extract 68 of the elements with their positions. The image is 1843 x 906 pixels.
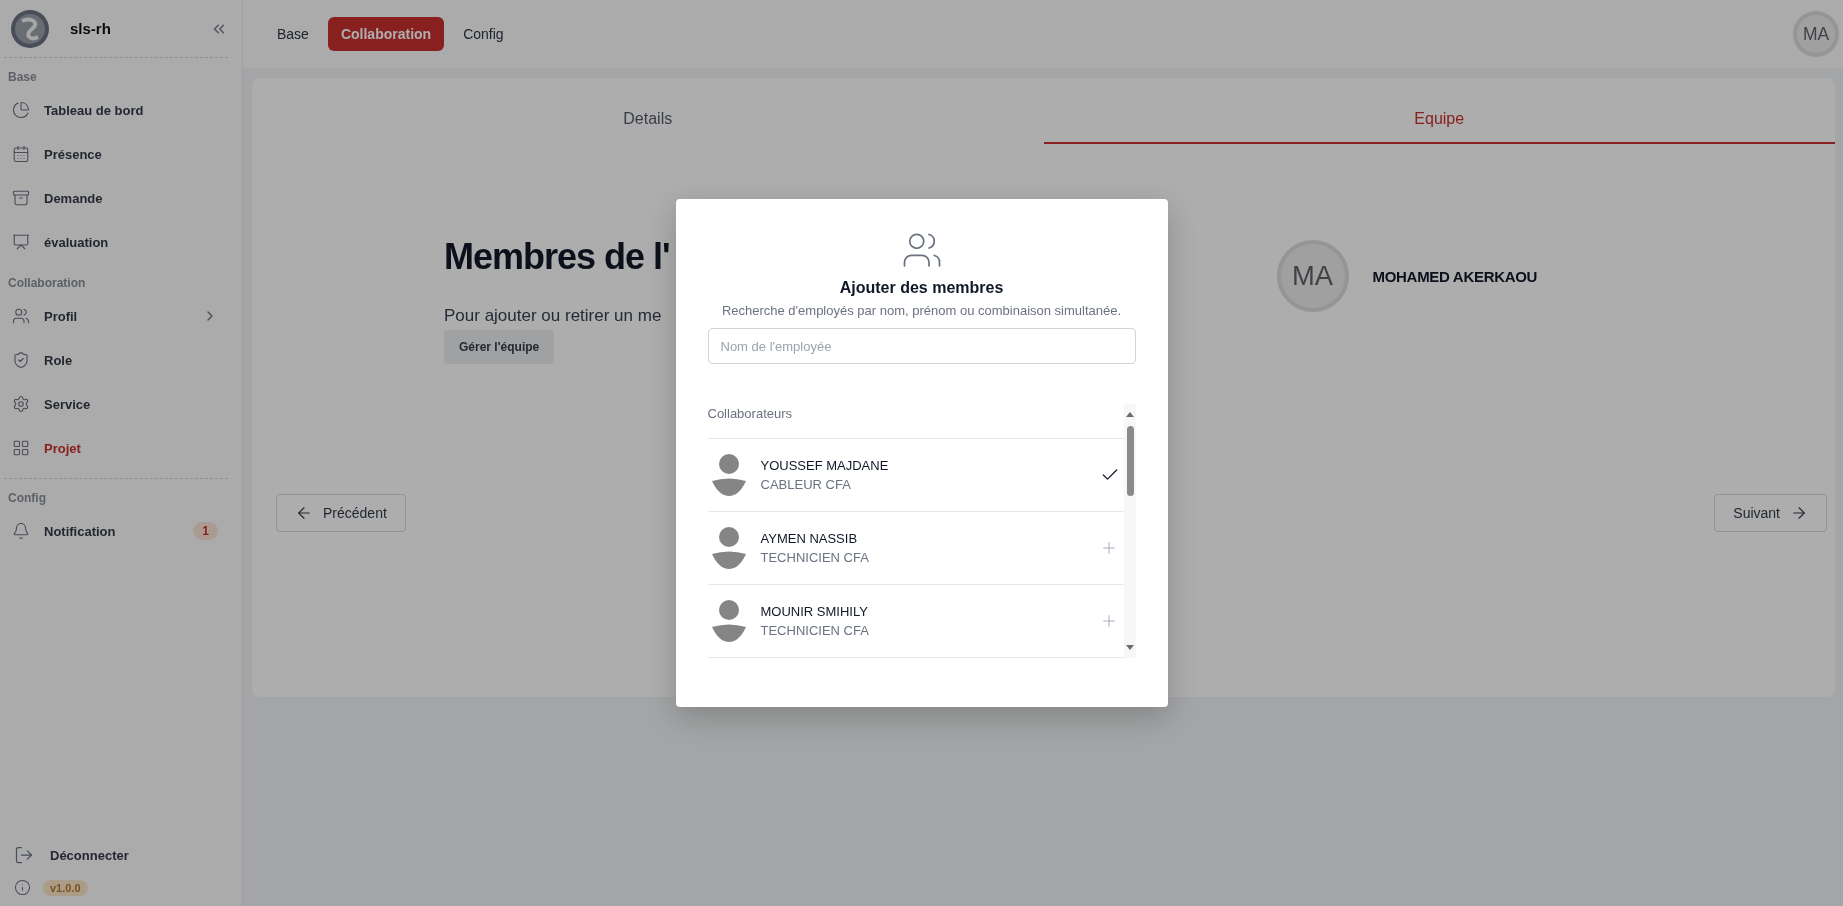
- brand-name: sls-rh: [70, 20, 112, 37]
- scrollbar-drawing[interactable]: [1123, 404, 1136, 658]
- employee-row[interactable]: MOUNIR SMIHILY TECHNICIEN CFA: [707, 585, 1124, 658]
- tray-icon: [12, 189, 30, 207]
- arrow-right-icon: [1790, 504, 1808, 522]
- employee-name: YOUSSEF MAJDANE: [760, 458, 890, 473]
- employee-role: CABLEUR CFA: [760, 477, 852, 492]
- nav-label: Role: [44, 352, 74, 368]
- member-name: MOHAMED AKERKAOU: [1372, 267, 1538, 285]
- presentation-board-icon: [12, 233, 30, 251]
- person-icon: [710, 454, 747, 496]
- logo-icon: [10, 8, 50, 49]
- nav-item[interactable]: Demande: [0, 176, 242, 220]
- pie-chart-icon: [12, 101, 30, 119]
- employee-row[interactable]: YOUSSEF MAJDANE CABLEUR CFA: [707, 439, 1124, 512]
- nav-label: évaluation: [44, 234, 110, 250]
- section-heading: Membres de l': [444, 236, 670, 278]
- person-icon: [710, 527, 747, 569]
- manage-team-button[interactable]: Gérer l'équipe: [444, 330, 555, 364]
- dialog-subtitle: Recherche d'employés par nom, prénom ou combinaison simultanée.: [721, 303, 1122, 318]
- top-tab[interactable]: Config: [450, 17, 517, 51]
- shield-check-icon: [12, 351, 30, 369]
- help-text: Pour ajouter ou retirer un me: [444, 306, 662, 326]
- employee-search-field[interactable]: Nom de l'employée: [707, 328, 1136, 364]
- section-title: Base: [7, 69, 38, 86]
- member-avatar: MA: [1276, 240, 1349, 312]
- list-title: Collaborateurs: [707, 406, 793, 421]
- page-tab[interactable]: Equipe: [1043, 96, 1835, 144]
- page-tab[interactable]: Details: [252, 96, 1044, 144]
- nav-label: Notification: [44, 523, 117, 539]
- nav-item[interactable]: Présence: [0, 132, 242, 176]
- top-tab[interactable]: Collaboration: [327, 17, 445, 51]
- logout-icon: [14, 845, 34, 865]
- employee-row[interactable]: AYMEN NASSIB TECHNICIEN CFA: [707, 512, 1124, 585]
- previous-button[interactable]: Précédent: [276, 494, 406, 532]
- employee-role: TECHNICIEN CFA: [760, 550, 870, 565]
- top-tab[interactable]: Base: [264, 17, 322, 51]
- nav-item[interactable]: Role: [0, 338, 242, 382]
- employee-name: AYMEN NASSIB: [760, 531, 859, 546]
- next-button[interactable]: Suivant: [1714, 494, 1827, 532]
- grid-icon: [12, 439, 30, 457]
- person-icon: [710, 600, 747, 642]
- nav-label: Tableau de bord: [44, 102, 145, 118]
- count-badge: 1: [193, 522, 218, 540]
- logout-link[interactable]: Déconnecter: [50, 847, 129, 863]
- employee-role: TECHNICIEN CFA: [760, 623, 870, 638]
- nav-item[interactable]: Projet: [0, 426, 242, 470]
- dialog-title: Ajouter des membres: [839, 279, 1004, 297]
- info-icon: [14, 879, 31, 896]
- nav-label: Profil: [44, 308, 79, 324]
- nav-item[interactable]: Notification 1: [0, 509, 242, 553]
- nav-label: Service: [44, 396, 92, 412]
- version-badge: v1.0.0: [43, 879, 88, 896]
- section-title: Config: [7, 490, 47, 507]
- nav-item[interactable]: Profil: [0, 294, 242, 338]
- calendar-icon: [12, 145, 30, 163]
- settings-icon: [12, 395, 30, 413]
- nav-label: Demande: [44, 190, 104, 206]
- nav-item[interactable]: évaluation: [0, 220, 242, 264]
- nav-item[interactable]: Service: [0, 382, 242, 426]
- bell-icon: [12, 522, 30, 540]
- section-title: Collaboration: [7, 275, 87, 292]
- users-icon: [12, 307, 30, 325]
- user-avatar[interactable]: MA: [1793, 11, 1839, 57]
- nav-label: Projet: [44, 440, 82, 456]
- nav-item[interactable]: Tableau de bord: [0, 88, 242, 132]
- nav-label: Présence: [44, 146, 103, 162]
- employee-name: MOUNIR SMIHILY: [760, 604, 869, 619]
